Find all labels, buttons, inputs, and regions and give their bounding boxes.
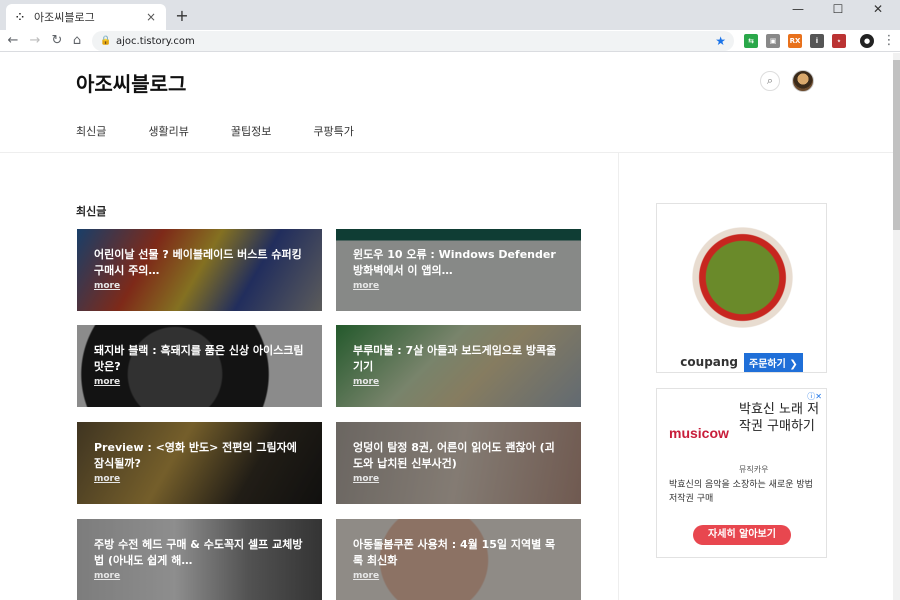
url-input[interactable]: 🔒 ajoc.tistory.com ★ [92, 31, 734, 51]
menu-item-tips[interactable]: 꿀팁정보 [231, 123, 271, 139]
ad-cta-button[interactable]: 자세히 알아보기 [693, 525, 791, 545]
more-link[interactable]: more [353, 474, 379, 484]
back-icon[interactable]: ← [4, 32, 22, 50]
close-window-button[interactable]: ✕ [858, 0, 898, 20]
post-title[interactable]: 주방 수전 헤드 구매 & 수도꼭지 셀프 교체방법 (아내도 쉽게 해… [94, 537, 304, 569]
post-title[interactable]: 돼지바 블랙 : 흑돼지를 품은 신상 아이스크림 맛은? [94, 343, 304, 375]
blog-page: 아조씨블로그 ⌕ 최신글 생활리뷰 꿀팁정보 쿠팡특가 최신글 어린이날 선물 … [0, 53, 893, 600]
post-title[interactable]: 어린이날 선물 ? 베이블레이드 버스트 슈퍼킹 구매시 주의… [94, 247, 304, 279]
more-link[interactable]: more [94, 571, 120, 581]
search-icon[interactable]: ⌕ [760, 71, 780, 91]
tistory-favicon-icon: ⁘ [15, 11, 25, 23]
post-card[interactable]: 아동돌봄쿠폰 사용처 : 4월 15일 지역별 목록 최신화 more [336, 519, 581, 600]
extension-3-icon[interactable]: RX [788, 34, 802, 48]
browser-tab[interactable]: ⁘ 아조씨블로그 × [6, 4, 166, 30]
more-link[interactable]: more [94, 377, 120, 387]
post-card[interactable]: 윈도우 10 오류 : Windows Defender 방화벽에서 이 앱의…… [336, 229, 581, 311]
new-tab-button[interactable]: + [172, 6, 192, 26]
section-title: 최신글 [76, 205, 107, 218]
tab-close-icon[interactable]: × [144, 10, 158, 24]
more-link[interactable]: more [353, 281, 379, 291]
maximize-button[interactable]: ☐ [818, 0, 858, 20]
blog-title[interactable]: 아조씨블로그 [76, 68, 186, 97]
lock-icon: 🔒 [100, 36, 112, 46]
more-link[interactable]: more [94, 474, 120, 484]
musicow-ad[interactable]: ⓘ✕ musicow 박효신 노래 저작권 구매하기 뮤직카우 박효신의 음악을… [656, 388, 827, 558]
post-title[interactable]: 엉덩이 탐정 8권, 어른이 읽어도 괜찮아 (괴도와 납치된 신부사건) [353, 440, 563, 472]
ad-food-image [675, 210, 810, 345]
post-card[interactable]: 엉덩이 탐정 8권, 어른이 읽어도 괜찮아 (괴도와 납치된 신부사건) mo… [336, 422, 581, 504]
menu-item-life-review[interactable]: 생활리뷰 [148, 123, 188, 139]
post-title[interactable]: Preview : <영화 반도> 전편의 그림자에 잠식될까? [94, 440, 304, 472]
more-link[interactable]: more [353, 377, 379, 387]
post-card[interactable]: 돼지바 블랙 : 흑돼지를 품은 신상 아이스크림 맛은? more [77, 325, 322, 407]
post-card[interactable]: Preview : <영화 반도> 전편의 그림자에 잠식될까? more [77, 422, 322, 504]
avatar[interactable] [792, 70, 814, 92]
address-bar: ← → ↻ ⌂ 🔒 ajoc.tistory.com ★ ⇆ ▣ RX i ⋆ … [0, 30, 900, 52]
order-button[interactable]: 주문하기 ❯ [744, 352, 803, 372]
reload-icon[interactable]: ↻ [48, 32, 66, 50]
coupang-ad[interactable]: coupang 주문하기 ❯ [656, 203, 827, 373]
ad-footer: coupang 주문하기 ❯ [657, 352, 826, 372]
menu-item-latest[interactable]: 최신글 [76, 123, 106, 139]
more-link[interactable]: more [353, 571, 379, 581]
sidebar-divider [618, 153, 619, 600]
post-card[interactable]: 주방 수전 헤드 구매 & 수도꼭지 셀프 교체방법 (아내도 쉽게 해… mo… [77, 519, 322, 600]
blog-menu: 최신글 생활리뷰 꿀팁정보 쿠팡특가 [76, 123, 396, 139]
page-scrollbar-thumb[interactable] [893, 60, 900, 230]
post-title[interactable]: 부루마불 : 7살 아들과 보드게임으로 방콕즐기기 [353, 343, 563, 375]
post-card[interactable]: 부루마불 : 7살 아들과 보드게임으로 방콕즐기기 more [336, 325, 581, 407]
ad-description: 박효신의 음악을 소장하는 새로운 방법 저작권 구매 [669, 480, 813, 504]
ad-sponsor: 뮤직카우 [739, 465, 769, 474]
extension-5-icon[interactable]: ⋆ [832, 34, 846, 48]
extension-2-icon[interactable]: ▣ [766, 34, 780, 48]
menu-dots-icon[interactable]: ⋮ [880, 32, 898, 50]
browser-tab-bar: ⁘ 아조씨블로그 × + — ☐ ✕ [0, 0, 900, 30]
post-card[interactable]: 어린이날 선물 ? 베이블레이드 버스트 슈퍼킹 구매시 주의… more [77, 229, 322, 311]
extension-1-icon[interactable]: ⇆ [744, 34, 758, 48]
musicow-logo: musicow [669, 425, 729, 441]
bookmark-star-icon[interactable]: ★ [715, 34, 726, 48]
header-divider [0, 152, 893, 153]
forward-icon[interactable]: → [26, 32, 44, 50]
tab-title: 아조씨블로그 [34, 11, 95, 24]
home-icon[interactable]: ⌂ [68, 32, 86, 50]
url-text: ajoc.tistory.com [116, 35, 195, 47]
minimize-button[interactable]: — [778, 0, 818, 20]
profile-icon[interactable]: ● [860, 34, 874, 48]
post-title[interactable]: 윈도우 10 오류 : Windows Defender 방화벽에서 이 앱의… [353, 247, 563, 279]
menu-item-coupang-deals[interactable]: 쿠팡특가 [313, 123, 353, 139]
extension-4-icon[interactable]: i [810, 34, 824, 48]
coupang-logo: coupang [680, 355, 739, 369]
ad-headline[interactable]: 박효신 노래 저작권 구매하기 [739, 401, 824, 435]
more-link[interactable]: more [94, 281, 120, 291]
post-title[interactable]: 아동돌봄쿠폰 사용처 : 4월 15일 지역별 목록 최신화 [353, 537, 563, 569]
